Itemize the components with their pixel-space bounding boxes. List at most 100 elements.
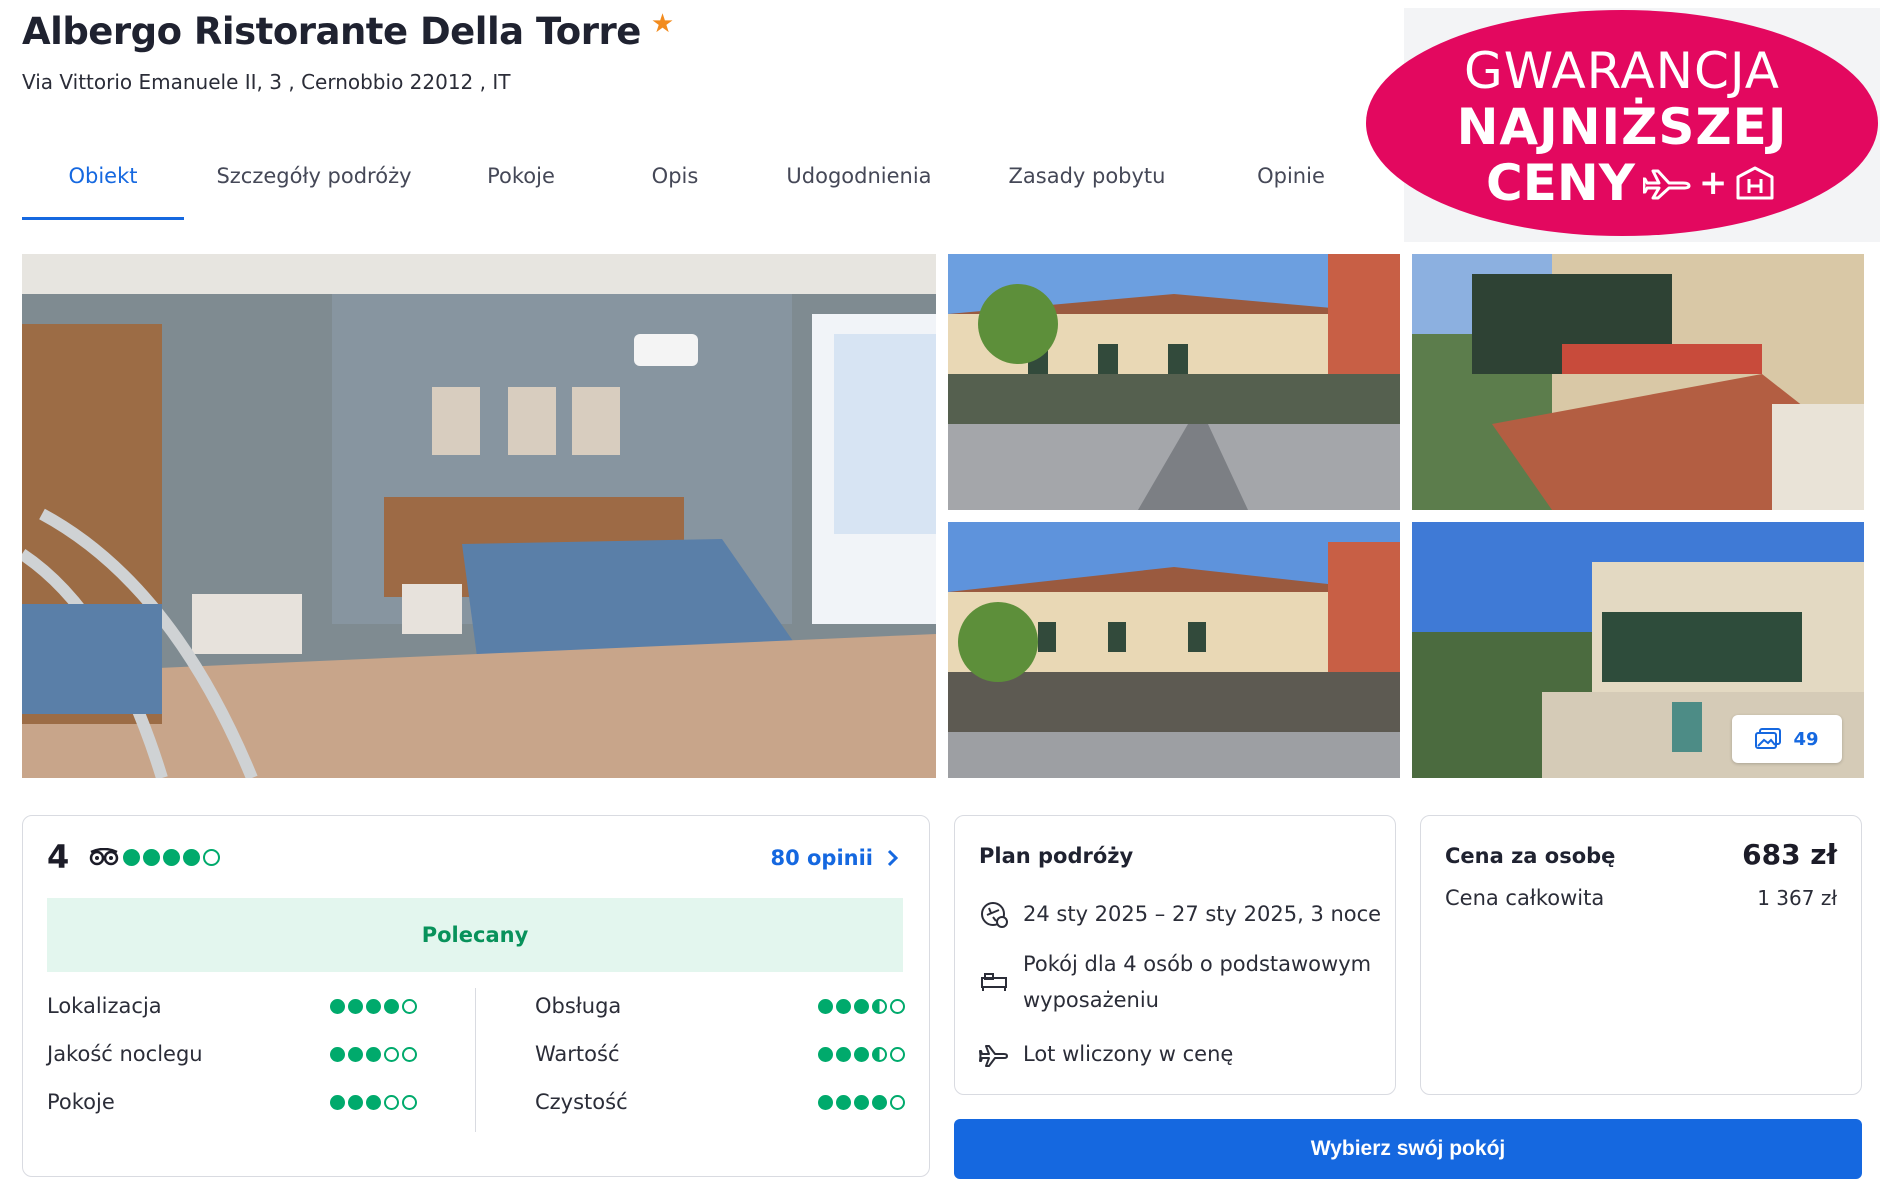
verdict-banner: Polecany <box>47 898 903 972</box>
rating-dot <box>203 849 220 866</box>
criterion-label: Obsługa <box>535 994 622 1018</box>
rating-dot <box>348 1046 363 1062</box>
criterion-label: Jakość noclegu <box>47 1042 203 1066</box>
plan-dates: 24 sty 2025 – 27 sty 2025, 3 noce <box>1023 902 1382 926</box>
price-per-person-label: Cena za osobę <box>1445 844 1616 868</box>
hotel-address: Via Vittorio Emanuele II, 3 , Cernobbio … <box>22 70 511 94</box>
tab-reviews[interactable]: Opinie <box>1208 150 1374 220</box>
rating-dot <box>384 1094 399 1110</box>
rating-dot <box>818 1046 833 1062</box>
rating-dot <box>348 998 363 1014</box>
rating-dot <box>366 1046 381 1062</box>
tab-description[interactable]: Opis <box>598 150 752 220</box>
criterion-row: Wartość <box>535 1042 905 1066</box>
criterion-label: Pokoje <box>47 1090 115 1114</box>
plan-flight: Lot wliczony w cenę <box>1023 1042 1234 1066</box>
rating-dot <box>854 1094 869 1110</box>
choose-room-button[interactable]: Wybierz swój pokój <box>954 1119 1862 1179</box>
price-total-label: Cena całkowita <box>1445 886 1605 910</box>
plus-icon: + <box>1698 163 1728 203</box>
rating-dot <box>818 1094 833 1110</box>
criterion-label: Czystość <box>535 1090 628 1114</box>
rating-score: 4 <box>47 838 70 876</box>
rating-dot <box>123 849 140 866</box>
photo-count-button[interactable]: 49 <box>1732 715 1842 763</box>
price-per-person: 683 zł <box>1742 838 1837 871</box>
rating-dot <box>384 998 399 1014</box>
tab-house-rules[interactable]: Zasady pobytu <box>966 150 1208 220</box>
photo-exterior-front[interactable] <box>948 254 1400 510</box>
tripadvisor-icon <box>89 848 119 866</box>
hotel-name: Albergo Ristorante Della Torre <box>22 10 641 53</box>
rating-dots <box>123 849 220 866</box>
rating-dot <box>836 998 851 1014</box>
rating-dot <box>366 1094 381 1110</box>
reviews-card: 4 80 opinii Polecany Lokalizacja Jakość … <box>22 815 930 1177</box>
criterion-dots <box>330 1046 417 1062</box>
criterion-dots <box>330 998 417 1014</box>
rating-dot <box>836 1094 851 1110</box>
badge-line-3: CENY + <box>1486 154 1775 212</box>
tab-obiekt[interactable]: Obiekt <box>22 150 184 220</box>
calendar-plane-icon <box>981 902 1008 928</box>
rating-dot <box>872 1094 887 1110</box>
rating-dot <box>384 1046 399 1062</box>
rating-dot <box>890 1046 905 1062</box>
tab-bar: Obiekt Szczegóły podróży Pokoje Opis Udo… <box>22 150 1374 220</box>
rating-dot <box>872 998 887 1014</box>
plan-room: Pokój dla 4 osób o podstawowym wyposażen… <box>1023 952 1372 1012</box>
plan-title: Plan podróży <box>979 844 1134 868</box>
main-photo-bedroom[interactable] <box>22 254 936 778</box>
rating-dot <box>854 1046 869 1062</box>
chevron-right-icon <box>887 849 899 867</box>
criterion-dots <box>330 1094 417 1110</box>
rating-dot <box>402 998 417 1014</box>
rating-dot <box>366 998 381 1014</box>
reviews-link-text: 80 opinii <box>770 846 873 870</box>
photo-exterior-side[interactable] <box>948 522 1400 778</box>
criteria-divider <box>475 988 476 1132</box>
badge-line-1: GWARANCJA <box>1464 42 1780 100</box>
criterion-row: Jakość noclegu <box>47 1042 417 1066</box>
trip-plan-card: Plan podróży 24 sty 2025 – 27 sty 2025, … <box>954 815 1396 1095</box>
criterion-dots <box>818 998 905 1014</box>
hotel-title: Albergo Ristorante Della Torre ★ <box>22 8 674 54</box>
rating-dot <box>348 1094 363 1110</box>
criterion-label: Lokalizacja <box>47 994 162 1018</box>
rating-dot <box>854 998 869 1014</box>
rating-dot <box>818 998 833 1014</box>
rating-dot <box>402 1094 417 1110</box>
tab-amenities[interactable]: Udogodnienia <box>752 150 966 220</box>
plan-dates-row: 24 sty 2025 – 27 sty 2025, 3 noce <box>979 896 1381 932</box>
rating-dot <box>330 1046 345 1062</box>
rating-dot <box>890 1094 905 1110</box>
badge-line-2: NAJNIŻSZEJ <box>1456 98 1788 156</box>
gallery-icon <box>1755 728 1782 749</box>
rating-dot <box>330 1094 345 1110</box>
bed-icon <box>981 973 1007 991</box>
criterion-row: Pokoje <box>47 1090 417 1114</box>
reviews-link[interactable]: 80 opinii <box>770 846 899 870</box>
photo-terrace[interactable] <box>1412 254 1864 510</box>
rating-dot <box>143 849 160 866</box>
hotel-icon <box>1736 166 1774 200</box>
rating-dot <box>836 1046 851 1062</box>
tab-trip-details[interactable]: Szczegóły podróży <box>184 150 444 220</box>
criterion-row: Obsługa <box>535 994 905 1018</box>
photo-count-text: 49 <box>1793 728 1819 750</box>
criterion-label: Wartość <box>535 1042 620 1066</box>
star-icon: ★ <box>650 8 674 39</box>
rating-dot <box>402 1046 417 1062</box>
plane-icon <box>979 1045 1008 1067</box>
rating-dot <box>890 998 905 1014</box>
plan-room-row: Pokój dla 4 osób o podstawowym wyposażen… <box>979 946 1379 1018</box>
price-card: Cena za osobę 683 zł Cena całkowita 1 36… <box>1420 815 1862 1095</box>
tab-rooms[interactable]: Pokoje <box>444 150 598 220</box>
criterion-row: Lokalizacja <box>47 994 417 1018</box>
criterion-row: Czystość <box>535 1090 905 1114</box>
rating-dot <box>163 849 180 866</box>
plane-icon <box>1642 169 1691 200</box>
price-total: 1 367 zł <box>1757 886 1837 910</box>
criterion-dots <box>818 1046 905 1062</box>
best-price-badge: GWARANCJA NAJNIŻSZEJ CENY + <box>1366 10 1878 236</box>
